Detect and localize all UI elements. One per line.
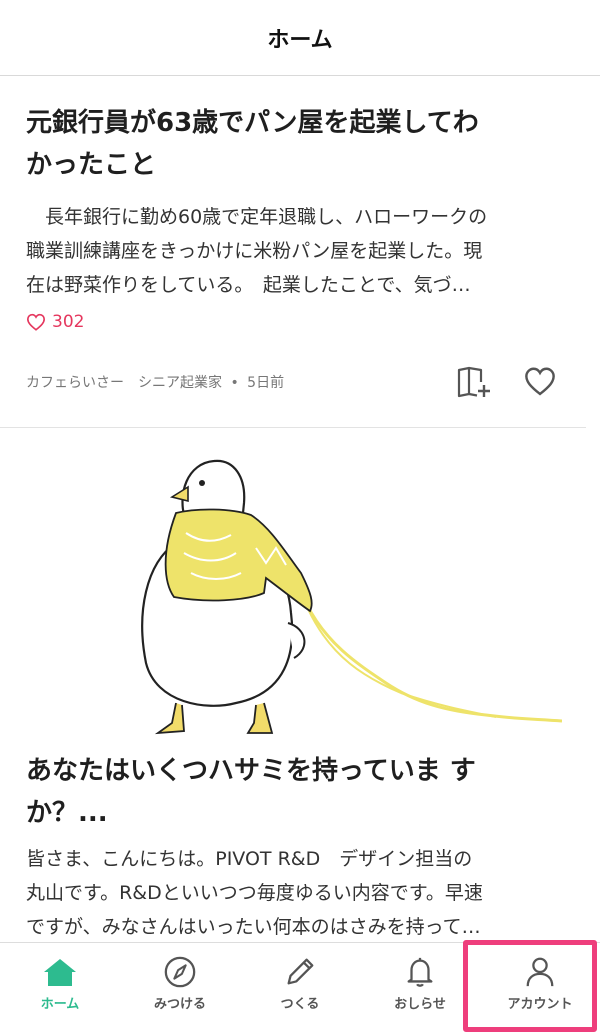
excerpt-line: 皆さま、こんにちは。PIVOT R&D デザイン担当の xyxy=(26,848,473,870)
article-title[interactable]: あなたはいくつハサミを持っていま す か？... xyxy=(26,750,546,834)
article-title-line: か？... xyxy=(26,798,108,828)
article-thumbnail[interactable] xyxy=(26,453,563,737)
article-title[interactable]: 元銀行員が63歳でパン屋を起業してわ かったこと xyxy=(26,102,546,186)
home-icon xyxy=(44,959,76,986)
tab-label: アカウント xyxy=(507,997,573,1012)
excerpt-line: 職業訓練講座をきっかけに米粉パン屋を起業した。現 xyxy=(26,240,483,262)
header: ホーム xyxy=(0,0,600,76)
bottom-tab-bar: ホーム みつける つくる おしらせ アカウント xyxy=(0,942,600,1034)
like-count-value: 302 xyxy=(52,312,85,332)
article-title-line: 元銀行員が63歳でパン屋を起業してわ xyxy=(26,108,479,138)
page-title: ホーム xyxy=(267,27,333,53)
article-feed[interactable]: 元銀行員が63歳でパン屋を起業してわ かったこと 長年銀行に勤め60歳で定年退職… xyxy=(0,76,600,942)
add-to-magazine-button[interactable] xyxy=(454,364,494,400)
tab-notifications[interactable]: おしらせ xyxy=(360,943,480,1034)
excerpt-line: 長年銀行に勤め60歳で定年退職し、ハローワークの xyxy=(26,206,488,228)
article-meta: カフェらいさー シニア起業家 • 5日前 xyxy=(26,372,284,392)
article-title-line: あなたはいくつハサミを持っていま す xyxy=(26,756,476,786)
post-date: 5日前 xyxy=(247,375,285,391)
person-icon xyxy=(526,957,554,987)
tab-label: つくる xyxy=(280,997,320,1012)
tab-label: おしらせ xyxy=(394,997,446,1012)
tab-label: みつける xyxy=(153,997,206,1012)
like-button[interactable] xyxy=(520,362,560,400)
tab-label: ホーム xyxy=(40,997,80,1012)
tab-account[interactable]: アカウント xyxy=(480,943,600,1034)
excerpt-line: 在は野菜作りをしている。 起業したことで、気づ… xyxy=(26,274,471,296)
article-card[interactable]: あなたはいくつハサミを持っていま す か？... 皆さま、こんにちは。PIVOT… xyxy=(0,428,600,942)
tab-home[interactable]: ホーム xyxy=(0,943,120,1034)
heart-icon xyxy=(26,313,46,331)
bird-illustration xyxy=(141,459,563,735)
book-add-icon xyxy=(457,366,490,398)
heart-outline-icon xyxy=(525,367,555,396)
article-card[interactable]: 元銀行員が63歳でパン屋を起業してわ かったこと 長年銀行に勤め60歳で定年退職… xyxy=(0,76,586,428)
excerpt-line: ですが、みなさんはいったい何本のはさみを持って… xyxy=(26,916,481,938)
meta-separator: • xyxy=(230,375,239,391)
author-name[interactable]: カフェらいさー シニア起業家 xyxy=(26,375,222,391)
article-excerpt: 皆さま、こんにちは。PIVOT R&D デザイン担当の 丸山です。R&Dといいつ… xyxy=(26,842,562,942)
article-title-line: かったこと xyxy=(26,150,157,180)
tab-discover[interactable]: みつける xyxy=(120,943,240,1034)
article-excerpt: 長年銀行に勤め60歳で定年退職し、ハローワークの 職業訓練講座をきっかけに米粉パ… xyxy=(26,200,562,302)
like-count: 302 xyxy=(26,312,84,332)
pencil-icon xyxy=(287,958,314,985)
compass-icon xyxy=(164,956,196,988)
tab-create[interactable]: つくる xyxy=(240,943,360,1034)
excerpt-line: 丸山です。R&Dといいつつ毎度ゆるい内容です。早速 xyxy=(26,882,483,904)
bell-icon xyxy=(407,957,433,987)
